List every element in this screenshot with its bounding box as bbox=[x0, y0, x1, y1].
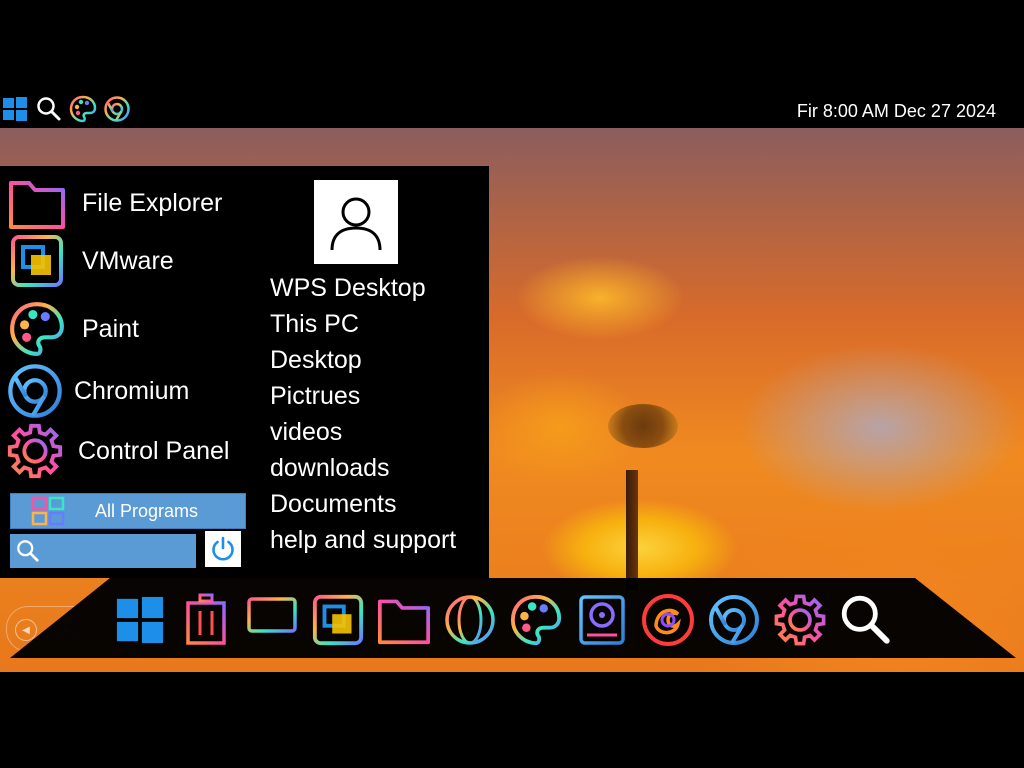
vmware-icon[interactable] bbox=[306, 588, 370, 652]
start-search-box[interactable] bbox=[10, 534, 196, 568]
windows-icon[interactable] bbox=[108, 588, 172, 652]
search-icon[interactable] bbox=[34, 94, 64, 124]
chromium-icon[interactable] bbox=[702, 588, 766, 652]
user-icon bbox=[328, 192, 384, 252]
place-wps-desktop[interactable]: WPS Desktop bbox=[270, 270, 456, 306]
disk-utility-icon[interactable] bbox=[570, 588, 634, 652]
chromium-icon bbox=[4, 360, 66, 422]
monitor-icon[interactable] bbox=[240, 588, 304, 652]
place-this-pc[interactable]: This PC bbox=[270, 306, 456, 342]
bottom-black-area bbox=[0, 672, 1024, 768]
app-chromium[interactable]: Chromium bbox=[4, 360, 189, 422]
clock: Fir 8:00 AM Dec 27 2024 bbox=[796, 101, 996, 121]
globe-icon[interactable] bbox=[438, 588, 502, 652]
start-menu: File Explorer VMware Paint Chromium Cont… bbox=[0, 166, 489, 578]
search-icon bbox=[16, 539, 40, 563]
places-list: WPS Desktop This PC Desktop Pictrues vid… bbox=[270, 270, 456, 558]
app-control-panel[interactable]: Control Panel bbox=[4, 420, 229, 482]
trash-icon[interactable] bbox=[174, 588, 238, 652]
paint-icon bbox=[6, 298, 68, 360]
folder-icon[interactable] bbox=[372, 588, 436, 652]
top-bar-icons bbox=[0, 94, 132, 124]
taskbar-dock bbox=[0, 578, 1016, 658]
vmware-icon bbox=[6, 230, 68, 292]
gear-icon[interactable] bbox=[768, 588, 832, 652]
chromium-icon[interactable] bbox=[102, 94, 132, 124]
app-paint[interactable]: Paint bbox=[6, 298, 139, 360]
all-programs-label: All Programs bbox=[95, 500, 199, 521]
dock-icons bbox=[108, 588, 898, 652]
place-downloads[interactable]: downloads bbox=[270, 450, 456, 486]
app-label: VMware bbox=[82, 246, 174, 275]
windows-icon[interactable] bbox=[0, 94, 30, 124]
app-file-explorer[interactable]: File Explorer bbox=[6, 172, 222, 234]
paint-icon[interactable] bbox=[68, 94, 98, 124]
place-pictures[interactable]: Pictrues bbox=[270, 378, 456, 414]
search-icon[interactable] bbox=[834, 588, 898, 652]
app-label: Paint bbox=[82, 314, 139, 343]
wallpaper-stem bbox=[626, 470, 638, 590]
power-button[interactable] bbox=[205, 531, 241, 567]
folder-icon bbox=[6, 172, 68, 234]
wallpaper-flower-center bbox=[608, 404, 678, 448]
app-label: File Explorer bbox=[82, 188, 223, 217]
place-desktop[interactable]: Desktop bbox=[270, 342, 456, 378]
power-icon bbox=[209, 535, 237, 563]
start-search-input[interactable] bbox=[46, 541, 190, 561]
paint-icon[interactable] bbox=[504, 588, 568, 652]
app-vmware[interactable]: VMware bbox=[6, 230, 174, 292]
firefox-icon[interactable] bbox=[636, 588, 700, 652]
all-programs-icon bbox=[31, 496, 65, 526]
app-label: Chromium bbox=[74, 376, 190, 405]
place-documents[interactable]: Documents bbox=[270, 486, 456, 522]
gear-icon bbox=[4, 420, 66, 482]
place-help-and-support[interactable]: help and support bbox=[270, 522, 456, 558]
all-programs-button[interactable]: All Programs bbox=[10, 493, 246, 529]
place-videos[interactable]: videos bbox=[270, 414, 456, 450]
top-bar: Fir 8:00 AM Dec 27 2024 bbox=[0, 0, 1024, 128]
user-avatar[interactable] bbox=[314, 180, 398, 264]
app-label: Control Panel bbox=[78, 436, 230, 465]
